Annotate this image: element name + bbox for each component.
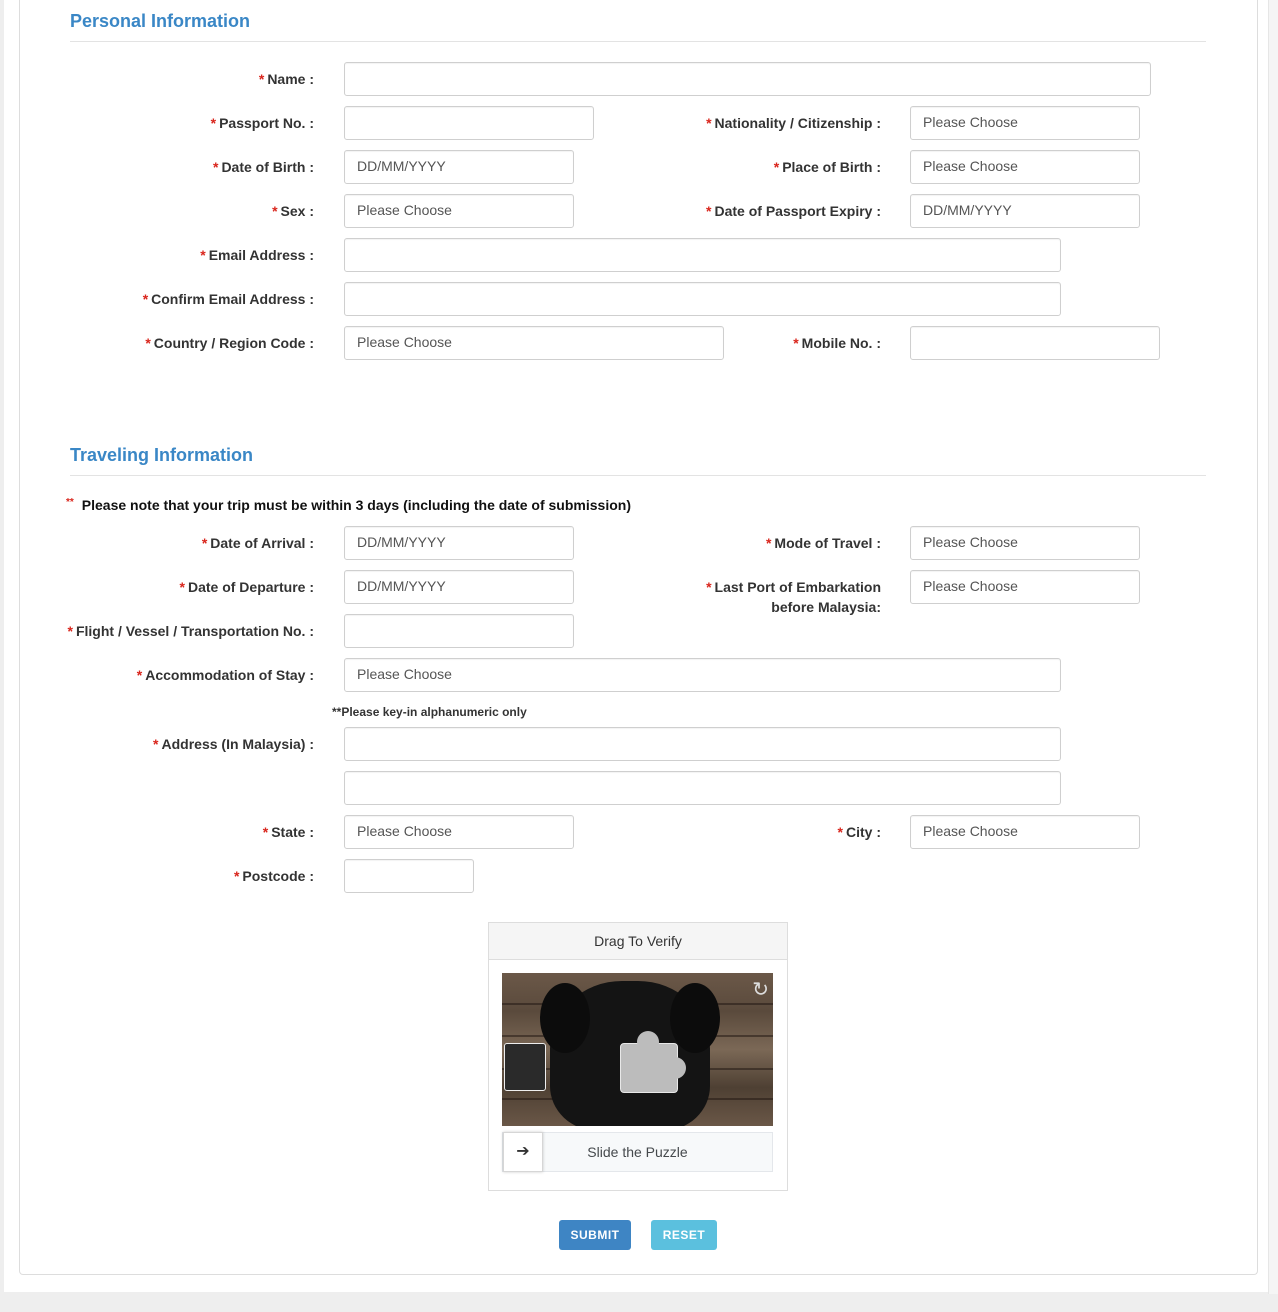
arrival-input[interactable]: DD/MM/YYYY: [344, 526, 574, 560]
departure-label: * Date of Departure :: [179, 579, 314, 595]
flight-label: * Flight / Vessel / Transportation No. :: [67, 623, 315, 639]
mobile-label: * Mobile No. :: [793, 335, 881, 351]
slider-arrow-icon[interactable]: ➔: [503, 1132, 543, 1172]
dob-label: * Date of Birth :: [212, 159, 314, 175]
sex-select[interactable]: Please Choose: [344, 194, 574, 228]
country-code-select[interactable]: Please Choose: [344, 326, 724, 360]
arrival-label: * Date of Arrival :: [201, 535, 314, 551]
city-select[interactable]: Please Choose: [910, 815, 1140, 849]
puzzle-knob: [664, 1057, 686, 1079]
nationality-label: * Nationality / Citizenship :: [706, 115, 881, 131]
confirm-email-label: * Confirm Email Address :: [142, 291, 314, 307]
postcode-label: * Postcode :: [233, 868, 314, 884]
nationality-select[interactable]: Please Choose: [910, 106, 1140, 140]
mode-select[interactable]: Please Choose: [910, 526, 1140, 560]
captcha-image: ↻: [502, 973, 773, 1126]
captcha-widget: Drag To Verify ↻ ➔ Slide the Puzzle: [488, 922, 788, 1191]
passport-expiry-label: * Date of Passport Expiry :: [706, 203, 881, 219]
confirm-email-input[interactable]: [344, 282, 1061, 316]
dob-input[interactable]: DD/MM/YYYY: [344, 150, 574, 184]
section-divider: [70, 475, 1206, 476]
passport-input[interactable]: [344, 106, 594, 140]
scrollbar[interactable]: [1268, 0, 1278, 1294]
last-port-select[interactable]: Please Choose: [910, 570, 1140, 604]
pob-select[interactable]: Please Choose: [910, 150, 1140, 184]
passport-label: * Passport No. :: [210, 115, 314, 131]
traveling-info-title: Traveling Information: [70, 445, 254, 465]
captcha-slider[interactable]: ➔ Slide the Puzzle: [502, 1132, 773, 1172]
departure-input[interactable]: DD/MM/YYYY: [344, 570, 574, 604]
flight-input[interactable]: [344, 614, 574, 648]
email-input[interactable]: [344, 238, 1061, 272]
state-label: * State :: [262, 824, 314, 840]
accommodation-select[interactable]: Please Choose: [344, 658, 1061, 692]
state-select[interactable]: Please Choose: [344, 815, 574, 849]
address-label: * Address (In Malaysia) :: [153, 736, 314, 752]
refresh-icon[interactable]: ↻: [752, 977, 769, 1002]
slider-text: Slide the Puzzle: [587, 1144, 688, 1160]
section-divider: [70, 41, 1206, 42]
puzzle-knob: [637, 1031, 659, 1053]
accommodation-label: * Accommodation of Stay :: [136, 667, 314, 683]
last-port-label: * Last Port of Embarkation before Malaysia…: [706, 579, 881, 615]
puzzle-piece[interactable]: [504, 1043, 546, 1091]
reset-button[interactable]: RESET: [651, 1220, 717, 1250]
address-line1-input[interactable]: [344, 727, 1061, 761]
country-code-label: * Country / Region Code :: [145, 335, 314, 351]
submit-button[interactable]: SUBMIT: [559, 1220, 631, 1250]
city-label: * City :: [837, 824, 881, 840]
postcode-input[interactable]: [344, 859, 474, 893]
alphanumeric-note: **Please key-in alphanumeric only: [332, 705, 527, 719]
passport-expiry-input[interactable]: DD/MM/YYYY: [910, 194, 1140, 228]
mobile-input[interactable]: [910, 326, 1160, 360]
name-input[interactable]: [344, 62, 1151, 96]
email-label: * Email Address :: [200, 247, 314, 263]
pob-label: * Place of Birth :: [773, 159, 881, 175]
trip-note: ** Please note that your trip must be wit…: [66, 497, 631, 513]
personal-info-title: Personal Information: [70, 11, 251, 31]
address-line2-input[interactable]: [344, 771, 1061, 805]
mode-label: * Mode of Travel :: [765, 535, 881, 551]
dog-ear: [670, 983, 720, 1053]
dog-ear: [540, 983, 590, 1053]
name-label: * Name :: [258, 71, 314, 87]
sex-label: * Sex :: [272, 203, 314, 219]
captcha-header: Drag To Verify: [489, 923, 787, 960]
